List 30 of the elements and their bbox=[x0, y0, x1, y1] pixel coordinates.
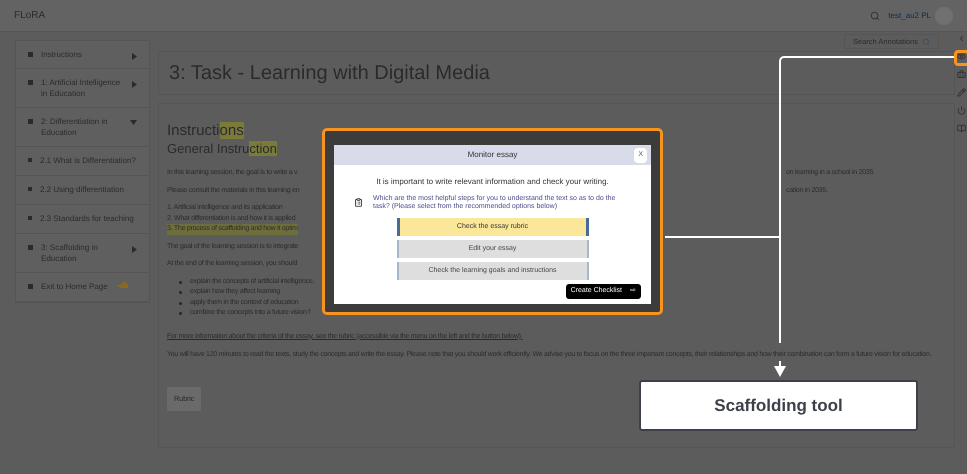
caret-right-icon bbox=[132, 246, 137, 253]
callout-label: Scaffolding tool bbox=[714, 394, 843, 417]
user-name[interactable]: test_au2 PL bbox=[888, 10, 931, 22]
square-bullet-icon bbox=[28, 52, 33, 57]
square-bullet-icon bbox=[28, 216, 32, 220]
bullet-icon bbox=[179, 291, 182, 294]
eye-icon[interactable] bbox=[956, 52, 966, 61]
bullet-icon bbox=[179, 302, 182, 304]
bullet-icon bbox=[179, 280, 182, 284]
dialog-title: Monitor essay bbox=[468, 149, 518, 161]
search-icon[interactable] bbox=[870, 10, 880, 20]
pencil-icon[interactable] bbox=[956, 88, 966, 97]
app-name[interactable]: FLoRA bbox=[14, 8, 46, 23]
square-bullet-icon bbox=[28, 119, 33, 124]
book-icon[interactable] bbox=[956, 124, 966, 133]
highlight-frame bbox=[954, 50, 967, 66]
dialog-message: It is important to write relevant information and check your writing. bbox=[375, 176, 610, 188]
bullet-icon bbox=[179, 312, 182, 315]
caret-right-icon bbox=[132, 53, 137, 60]
square-bullet-icon bbox=[28, 284, 33, 289]
caret-down-icon bbox=[130, 120, 137, 125]
caret-right-icon bbox=[132, 81, 137, 88]
power-icon[interactable] bbox=[956, 106, 966, 115]
square-bullet-icon bbox=[28, 158, 32, 162]
square-bullet-icon bbox=[28, 245, 33, 250]
briefcase-icon[interactable] bbox=[956, 70, 966, 79]
pointing-hand-icon bbox=[116, 281, 128, 289]
search-icon bbox=[922, 38, 930, 46]
square-bullet-icon bbox=[28, 187, 32, 191]
square-bullet-icon bbox=[28, 80, 33, 85]
